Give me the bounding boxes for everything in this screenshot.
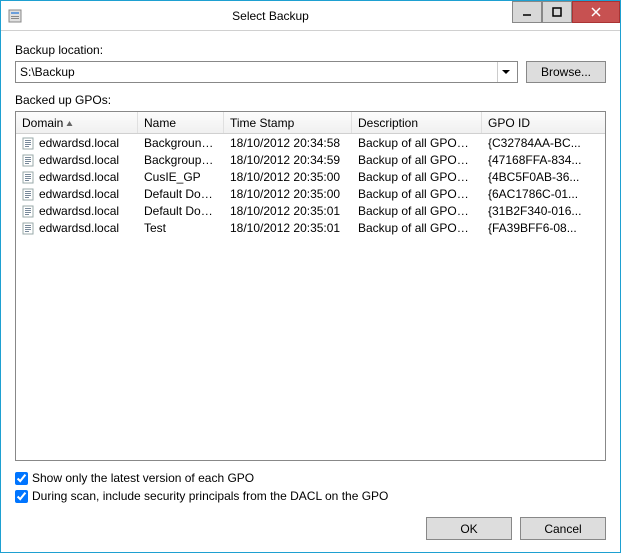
cell-gpoid: {FA39BFF6-08... bbox=[482, 221, 605, 235]
gpo-icon bbox=[22, 221, 36, 235]
cell-name: Background_... bbox=[138, 136, 224, 150]
cell-description: Backup of all GPOS on ... bbox=[352, 204, 482, 218]
gpo-icon bbox=[22, 170, 36, 184]
cell-name: CusIE_GP bbox=[138, 170, 224, 184]
cell-timestamp: 18/10/2012 20:34:59 bbox=[224, 153, 352, 167]
show-latest-label[interactable]: Show only the latest version of each GPO bbox=[32, 471, 254, 485]
cell-gpoid: {C32784AA-BC... bbox=[482, 136, 605, 150]
backup-location-combo[interactable] bbox=[15, 61, 518, 83]
cell-description: Backup of all GPOS on ... bbox=[352, 221, 482, 235]
gpo-icon bbox=[22, 153, 36, 167]
cell-gpoid: {4BC5F0AB-36... bbox=[482, 170, 605, 184]
table-row[interactable]: edwardsd.local Test18/10/2012 20:35:01Bac… bbox=[16, 219, 605, 236]
gpo-list: Domain Name Time Stamp Description GPO I… bbox=[15, 111, 606, 461]
window-controls bbox=[512, 1, 620, 30]
cell-domain: edwardsd.local bbox=[39, 221, 119, 235]
column-header-timestamp[interactable]: Time Stamp bbox=[224, 112, 352, 133]
maximize-button[interactable] bbox=[542, 1, 572, 23]
table-row[interactable]: edwardsd.local Default Doma...18/10/2012 … bbox=[16, 185, 605, 202]
cell-name: Test bbox=[138, 221, 224, 235]
cancel-button[interactable]: Cancel bbox=[520, 517, 606, 540]
list-header: Domain Name Time Stamp Description GPO I… bbox=[16, 112, 605, 134]
dialog-content: Backup location: Browse... Backed up GPO… bbox=[1, 31, 620, 552]
include-dacl-checkbox[interactable] bbox=[15, 490, 28, 503]
cell-domain: edwardsd.local bbox=[39, 170, 119, 184]
ok-button[interactable]: OK bbox=[426, 517, 512, 540]
cell-domain: edwardsd.local bbox=[39, 153, 119, 167]
include-dacl-label[interactable]: During scan, include security principals… bbox=[32, 489, 388, 503]
show-latest-checkbox[interactable] bbox=[15, 472, 28, 485]
cell-domain: edwardsd.local bbox=[39, 204, 119, 218]
backup-location-label: Backup location: bbox=[15, 43, 606, 57]
gpo-icon bbox=[22, 187, 36, 201]
minimize-button[interactable] bbox=[512, 1, 542, 23]
cell-description: Backup of all GPOS on ... bbox=[352, 153, 482, 167]
titlebar: Select Backup bbox=[1, 1, 620, 31]
cell-gpoid: {6AC1786C-01... bbox=[482, 187, 605, 201]
cell-name: Backgroups_... bbox=[138, 153, 224, 167]
table-row[interactable]: edwardsd.local Default Doma...18/10/2012 … bbox=[16, 202, 605, 219]
cell-timestamp: 18/10/2012 20:34:58 bbox=[224, 136, 352, 150]
table-row[interactable]: edwardsd.local CusIE_GP18/10/2012 20:35:0… bbox=[16, 168, 605, 185]
cell-description: Backup of all GPOS on ... bbox=[352, 187, 482, 201]
cell-gpoid: {47168FFA-834... bbox=[482, 153, 605, 167]
cell-timestamp: 18/10/2012 20:35:00 bbox=[224, 170, 352, 184]
table-row[interactable]: edwardsd.local Background_...18/10/2012 2… bbox=[16, 134, 605, 151]
window-title: Select Backup bbox=[29, 9, 512, 23]
gpo-icon bbox=[22, 204, 36, 218]
column-header-gpoid[interactable]: GPO ID bbox=[482, 112, 605, 133]
column-header-name[interactable]: Name bbox=[138, 112, 224, 133]
cell-name: Default Doma... bbox=[138, 204, 224, 218]
cell-name: Default Doma... bbox=[138, 187, 224, 201]
cell-description: Backup of all GPOS on ... bbox=[352, 136, 482, 150]
gpo-icon bbox=[22, 136, 36, 150]
footer-buttons: OK Cancel bbox=[15, 517, 606, 540]
column-header-description[interactable]: Description bbox=[352, 112, 482, 133]
cell-timestamp: 18/10/2012 20:35:01 bbox=[224, 221, 352, 235]
browse-button[interactable]: Browse... bbox=[526, 61, 606, 83]
cell-gpoid: {31B2F340-016... bbox=[482, 204, 605, 218]
sort-asc-icon bbox=[66, 116, 73, 130]
backup-location-input[interactable] bbox=[20, 62, 497, 82]
dropdown-arrow-icon[interactable] bbox=[497, 62, 513, 82]
cell-timestamp: 18/10/2012 20:35:01 bbox=[224, 204, 352, 218]
cell-domain: edwardsd.local bbox=[39, 187, 119, 201]
backed-up-gpos-label: Backed up GPOs: bbox=[15, 93, 606, 107]
dialog-window: Select Backup Backup location: Browse... bbox=[0, 0, 621, 553]
table-row[interactable]: edwardsd.local Backgroups_...18/10/2012 2… bbox=[16, 151, 605, 168]
cell-domain: edwardsd.local bbox=[39, 136, 119, 150]
close-button[interactable] bbox=[572, 1, 620, 23]
cell-description: Backup of all GPOS on ... bbox=[352, 170, 482, 184]
app-icon bbox=[7, 8, 23, 24]
cell-timestamp: 18/10/2012 20:35:00 bbox=[224, 187, 352, 201]
list-body[interactable]: edwardsd.localBackground_...18/10/2012 2… bbox=[16, 134, 605, 460]
column-header-domain[interactable]: Domain bbox=[16, 112, 138, 133]
